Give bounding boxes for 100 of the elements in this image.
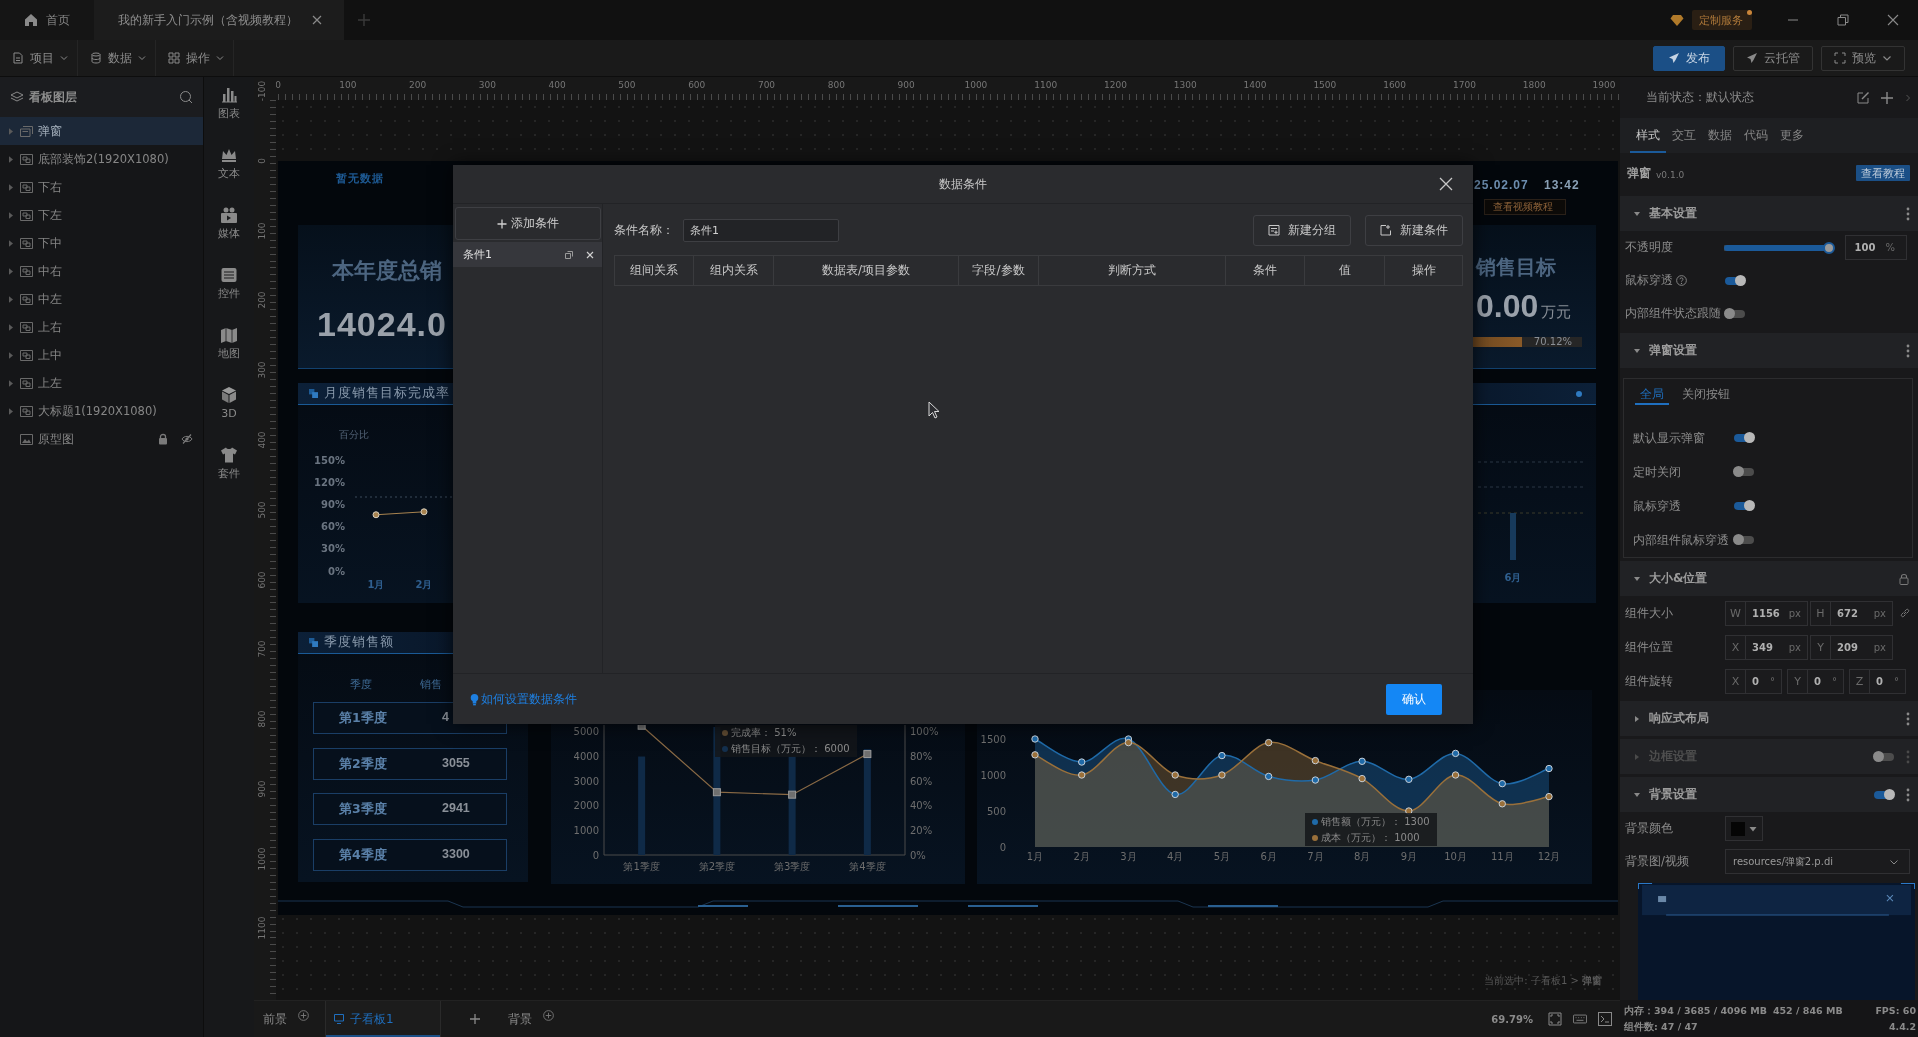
more-icon[interactable] <box>1906 787 1910 802</box>
add-condition-button[interactable]: 添加条件 <box>455 207 601 240</box>
section-header[interactable]: 响应式布局 <box>1620 701 1918 736</box>
close-icon[interactable] <box>586 250 594 259</box>
window-tab[interactable]: 我的新手入门示例（含视频教程） <box>94 0 344 40</box>
panel-tab[interactable]: 更多 <box>1774 118 1810 153</box>
section-header[interactable]: 弹窗设置 <box>1620 333 1918 368</box>
settings-tab[interactable]: 全局 <box>1635 383 1669 405</box>
layer-item[interactable]: 上中 <box>0 341 203 369</box>
layer-item[interactable]: 下左 <box>0 201 203 229</box>
expand-arrow-icon[interactable] <box>9 211 13 219</box>
toggle-switch[interactable] <box>1725 309 1745 318</box>
layer-item[interactable]: 底部装饰2(1920X1080) <box>0 145 203 173</box>
number-field[interactable]: X 349 px <box>1725 634 1808 660</box>
color-picker[interactable] <box>1725 816 1763 841</box>
dialog-button[interactable]: 新建分组 <box>1253 214 1351 246</box>
expand-arrow-icon[interactable] <box>9 323 13 331</box>
link-icon[interactable] <box>1899 607 1911 619</box>
expand-arrow-icon[interactable] <box>9 407 13 415</box>
layer-item[interactable]: 中右 <box>0 257 203 285</box>
add-circle-icon[interactable] <box>542 1009 554 1021</box>
help-link[interactable]: 如何设置数据条件 <box>470 691 577 707</box>
close-icon[interactable] <box>1887 14 1899 26</box>
component-category-button[interactable]: 地图 <box>204 317 254 377</box>
lock-icon[interactable] <box>1898 572 1910 585</box>
number-field[interactable]: W 1156 px <box>1725 600 1808 626</box>
terminal-icon[interactable] <box>1598 1012 1612 1026</box>
section-header[interactable]: 大小&位置 <box>1620 561 1918 596</box>
number-field[interactable]: Y 0 ° <box>1787 668 1844 694</box>
eye-off-icon[interactable] <box>181 433 193 445</box>
close-icon[interactable] <box>312 15 322 25</box>
panel-tab[interactable]: 样式 <box>1630 118 1666 153</box>
section-header[interactable]: 背景设置 <box>1620 777 1918 812</box>
layer-item[interactable]: 下中 <box>0 229 203 257</box>
menu-button[interactable]: 项目 <box>0 40 78 76</box>
more-icon[interactable] <box>1906 206 1910 221</box>
search-icon[interactable] <box>179 90 193 104</box>
toggle-switch[interactable] <box>1734 434 1754 442</box>
expand-arrow-icon[interactable] <box>9 351 13 359</box>
lock-icon[interactable] <box>157 433 169 445</box>
component-category-button[interactable]: 文本 <box>204 137 254 197</box>
panel-tab[interactable]: 数据 <box>1702 118 1738 153</box>
number-field[interactable]: X 0 ° <box>1725 668 1782 694</box>
copy-icon[interactable] <box>565 250 573 259</box>
toolbar-button[interactable]: 云托管 <box>1733 45 1813 71</box>
edit-icon[interactable] <box>1856 90 1870 105</box>
dialog-button[interactable]: 新建条件 <box>1365 214 1463 246</box>
window-tab[interactable]: 首页 <box>0 0 94 40</box>
expand-arrow-icon[interactable] <box>9 155 13 163</box>
expand-arrow-icon[interactable] <box>9 295 13 303</box>
fit-screen-icon[interactable] <box>1548 1012 1562 1026</box>
component-category-button[interactable]: 套件 <box>204 437 254 497</box>
help-icon[interactable] <box>1676 275 1687 286</box>
confirm-button[interactable]: 确认 <box>1386 683 1442 715</box>
toolbar-button[interactable]: 发布 <box>1653 45 1725 71</box>
layer-item[interactable]: 大标题1(1920X1080) <box>0 397 203 425</box>
component-category-button[interactable]: 图表 <box>204 77 254 137</box>
section-header[interactable]: 基本设置 <box>1620 196 1918 231</box>
slider-thumb[interactable] <box>1823 241 1835 254</box>
tutorial-button[interactable]: 查看教程 <box>1856 165 1910 181</box>
layer-item[interactable]: 上右 <box>0 313 203 341</box>
menu-button[interactable]: 数据 <box>78 40 156 76</box>
plus-icon[interactable] <box>468 1013 481 1025</box>
layer-item[interactable]: 原型图 <box>0 425 203 453</box>
layer-item[interactable]: 弹窗 <box>0 117 203 145</box>
component-category-button[interactable]: 控件 <box>204 257 254 317</box>
close-icon[interactable] <box>1439 177 1453 191</box>
add-circle-icon[interactable] <box>298 1009 309 1021</box>
expand-arrow-icon[interactable] <box>9 183 13 191</box>
more-icon[interactable] <box>1906 711 1910 726</box>
panel-tab[interactable]: 交互 <box>1666 118 1702 153</box>
video-tutorial-button[interactable]: 查看视频教程 <box>1484 199 1566 215</box>
number-field[interactable]: H 672 px <box>1810 600 1893 626</box>
keyboard-icon[interactable] <box>1573 1012 1587 1026</box>
expand-arrow-icon[interactable] <box>9 267 13 275</box>
panel-tab[interactable]: 代码 <box>1738 118 1774 153</box>
component-category-button[interactable]: 3D <box>204 377 254 437</box>
toggle-switch[interactable] <box>1734 536 1754 544</box>
component-category-button[interactable]: 媒体 <box>204 197 254 257</box>
condition-item[interactable]: 条件1 <box>453 242 602 267</box>
condition-name-input[interactable]: 条件1 <box>683 218 839 242</box>
number-field[interactable]: 100 % <box>1845 235 1907 260</box>
restore-icon[interactable] <box>1837 14 1849 26</box>
select-field[interactable]: resources/弹窗2.p.di <box>1725 849 1910 874</box>
toolbar-button[interactable]: 预览 <box>1821 45 1905 71</box>
expand-arrow-icon[interactable] <box>9 127 13 135</box>
number-field[interactable]: Y 209 px <box>1810 634 1893 660</box>
menu-button[interactable]: 操作 <box>156 40 234 76</box>
layer-item[interactable]: 上左 <box>0 369 203 397</box>
layer-item[interactable]: 下右 <box>0 173 203 201</box>
expand-arrow-icon[interactable] <box>9 239 13 247</box>
settings-tab[interactable]: 关闭按钮 <box>1677 383 1735 405</box>
expand-arrow-icon[interactable] <box>9 379 13 387</box>
number-field[interactable]: Z 0 ° <box>1849 668 1906 694</box>
toggle-switch[interactable] <box>1734 502 1754 510</box>
plus-icon[interactable] <box>1880 90 1894 105</box>
more-icon[interactable] <box>1906 343 1910 358</box>
layer-item[interactable]: 中左 <box>0 285 203 313</box>
board-tab[interactable]: 子看板1 <box>325 1001 441 1037</box>
service-badge[interactable]: 定制服务 <box>1692 10 1752 30</box>
